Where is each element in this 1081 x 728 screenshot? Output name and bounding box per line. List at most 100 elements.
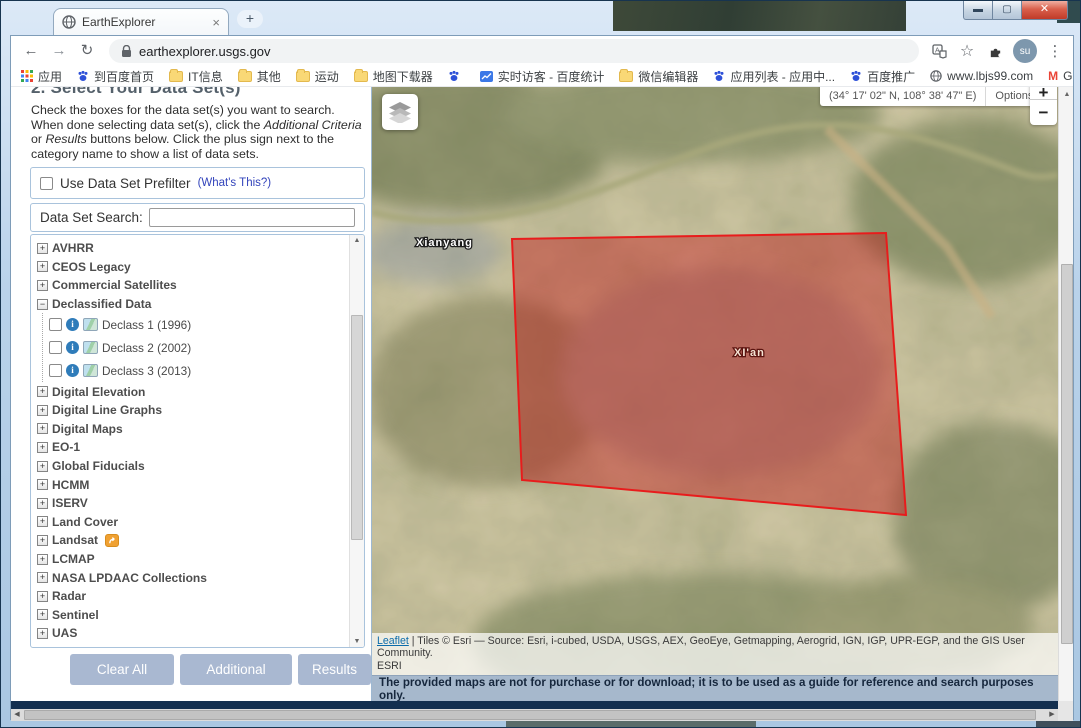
menu-kebab-icon[interactable]: ⋮ xyxy=(1045,41,1065,61)
vertical-scrollbar[interactable]: ▲ ▼ xyxy=(1058,87,1073,721)
info-icon[interactable]: i xyxy=(66,364,79,377)
satellite-map[interactable]: Xianyang XI'an xyxy=(372,87,1058,701)
close-button[interactable]: ✕ xyxy=(1022,1,1068,20)
bookmark-star-icon[interactable]: ☆ xyxy=(957,41,977,61)
info-icon[interactable]: i xyxy=(66,341,79,354)
tree-dataset-row[interactable]: i Declass 3 (2013) xyxy=(49,359,348,382)
expand-plus-icon[interactable]: + xyxy=(37,386,48,397)
results-button[interactable]: Results » xyxy=(298,654,371,685)
expand-plus-icon[interactable]: + xyxy=(37,243,48,254)
whats-this-link[interactable]: (What's This?) xyxy=(198,177,272,189)
tree-category[interactable]: +NASA LPDAAC Collections xyxy=(37,568,348,587)
translate-icon[interactable]: A xyxy=(929,41,949,61)
horizontal-scrollbar-thumb[interactable] xyxy=(24,710,1036,720)
expand-plus-icon[interactable]: + xyxy=(37,498,48,509)
dataset-checkbox[interactable] xyxy=(49,341,62,354)
zoom-out-button[interactable]: − xyxy=(1030,100,1057,125)
dataset-search-input[interactable] xyxy=(149,208,355,227)
scroll-down-icon[interactable]: ▼ xyxy=(350,638,364,645)
tree-category-landsat[interactable]: +Landsat xyxy=(37,531,348,550)
tree-scrollbar-thumb[interactable] xyxy=(351,315,363,540)
expand-plus-icon[interactable]: + xyxy=(37,516,48,527)
address-bar[interactable]: earthexplorer.usgs.gov xyxy=(109,39,919,63)
scroll-up-icon[interactable]: ▲ xyxy=(350,237,364,244)
coverage-map-icon[interactable] xyxy=(83,341,98,354)
minimize-button[interactable]: ▬ xyxy=(963,1,993,20)
info-icon[interactable]: i xyxy=(66,318,79,331)
tree-category[interactable]: +Digital Maps xyxy=(37,420,348,439)
bookmark-baidu-home[interactable]: 到百度首页 xyxy=(77,68,154,85)
additional-criteria-button[interactable]: Additional Criteria » xyxy=(180,654,292,685)
expand-plus-icon[interactable]: + xyxy=(37,628,48,639)
map-viewport[interactable]: Xianyang XI'an (34° 17' 02" N, 108° 38' … xyxy=(372,87,1058,701)
tab-close-icon[interactable]: × xyxy=(212,15,220,30)
clear-all-selected-button[interactable]: Clear All Selected xyxy=(70,654,174,685)
tree-scrollbar[interactable]: ▲ ▼ xyxy=(349,235,364,647)
tree-category[interactable]: +CEOS Legacy xyxy=(37,258,348,277)
layers-control[interactable] xyxy=(382,94,418,130)
coverage-map-icon[interactable] xyxy=(83,318,98,331)
browser-tab[interactable]: EarthExplorer × xyxy=(53,8,229,35)
scroll-right-icon[interactable]: ▶ xyxy=(1046,709,1058,721)
maximize-button[interactable]: ▢ xyxy=(993,1,1022,20)
tree-category[interactable]: +Digital Elevation xyxy=(37,382,348,401)
back-icon[interactable]: ← xyxy=(19,39,43,63)
tree-category[interactable]: +LCMAP xyxy=(37,550,348,569)
tree-category[interactable]: +HCMM xyxy=(37,475,348,494)
expand-plus-icon[interactable]: + xyxy=(37,554,48,565)
bookmark-paw-only[interactable] xyxy=(448,70,465,82)
tree-dataset-row[interactable]: i Declass 2 (2002) xyxy=(49,336,348,359)
bookmark-folder-other[interactable]: 其他 xyxy=(238,68,281,85)
tree-category[interactable]: +EO-1 xyxy=(37,438,348,457)
selection-polygon[interactable] xyxy=(512,233,906,515)
bookmark-apps[interactable]: 应用 xyxy=(21,68,62,85)
tree-category[interactable]: +Global Fiducials xyxy=(37,457,348,476)
tree-category[interactable]: +Radar xyxy=(37,587,348,606)
new-tab-button[interactable]: + xyxy=(237,10,263,28)
horizontal-scrollbar[interactable]: ◀ ▶ xyxy=(11,709,1058,721)
bookmark-app-list[interactable]: 应用列表 - 应用中... xyxy=(713,68,835,85)
bookmark-folder-mapdownloader[interactable]: 地图下载器 xyxy=(354,68,433,85)
collapse-minus-icon[interactable]: − xyxy=(37,299,48,310)
expand-plus-icon[interactable]: + xyxy=(37,442,48,453)
tree-category[interactable]: +Sentinel xyxy=(37,606,348,625)
prefilter-checkbox[interactable] xyxy=(40,177,53,190)
bookmark-folder-it[interactable]: IT信息 xyxy=(169,68,223,85)
extensions-puzzle-icon[interactable] xyxy=(985,41,1005,61)
bookmark-folder-sports[interactable]: 运动 xyxy=(296,68,339,85)
dataset-checkbox[interactable] xyxy=(49,364,62,377)
expand-plus-icon[interactable]: + xyxy=(37,423,48,434)
scroll-up-icon[interactable]: ▲ xyxy=(1059,91,1073,98)
bookmark-gmail[interactable]: M Gmail xyxy=(1048,69,1073,83)
tree-category[interactable]: +Digital Line Graphs xyxy=(37,401,348,420)
expand-plus-icon[interactable]: + xyxy=(37,405,48,416)
reload-icon[interactable]: ↻ xyxy=(75,39,99,63)
tree-dataset-row[interactable]: i Declass 1 (1996) xyxy=(49,313,348,336)
vertical-scrollbar-thumb[interactable] xyxy=(1061,264,1073,644)
expand-plus-icon[interactable]: + xyxy=(37,280,48,291)
bookmark-baidu-analytics[interactable]: 实时访客 - 百度统计 xyxy=(480,68,605,85)
tree-category[interactable]: +Land Cover xyxy=(37,513,348,532)
leaflet-link[interactable]: Leaflet xyxy=(377,635,409,647)
tree-category[interactable]: +Commercial Satellites xyxy=(37,276,348,295)
coverage-map-icon[interactable] xyxy=(83,364,98,377)
profile-avatar[interactable]: su xyxy=(1013,39,1037,63)
bookmark-folder-wechat-editor[interactable]: 微信编辑器 xyxy=(619,68,698,85)
expand-plus-icon[interactable]: + xyxy=(37,461,48,472)
bookmark-lbjs99[interactable]: www.lbjs99.com xyxy=(930,69,1033,83)
zoom-in-button[interactable]: + xyxy=(1030,87,1057,100)
scroll-left-icon[interactable]: ◀ xyxy=(11,709,23,721)
tree-category[interactable]: +ISERV xyxy=(37,494,348,513)
tree-category[interactable]: +Vegetation Monitoring xyxy=(37,643,348,645)
expand-plus-icon[interactable]: + xyxy=(37,591,48,602)
dataset-checkbox[interactable] xyxy=(49,318,62,331)
tree-category[interactable]: +UAS xyxy=(37,624,348,643)
bookmark-baidu-promo[interactable]: 百度推广 xyxy=(850,68,915,85)
expand-plus-icon[interactable]: + xyxy=(37,261,48,272)
expand-plus-icon[interactable]: + xyxy=(37,609,48,620)
expand-plus-icon[interactable]: + xyxy=(37,479,48,490)
tree-category-declassified[interactable]: −Declassified Data xyxy=(37,295,348,314)
forward-icon[interactable]: → xyxy=(47,39,71,63)
expand-plus-icon[interactable]: + xyxy=(37,535,48,546)
tree-category[interactable]: +AVHRR xyxy=(37,239,348,258)
